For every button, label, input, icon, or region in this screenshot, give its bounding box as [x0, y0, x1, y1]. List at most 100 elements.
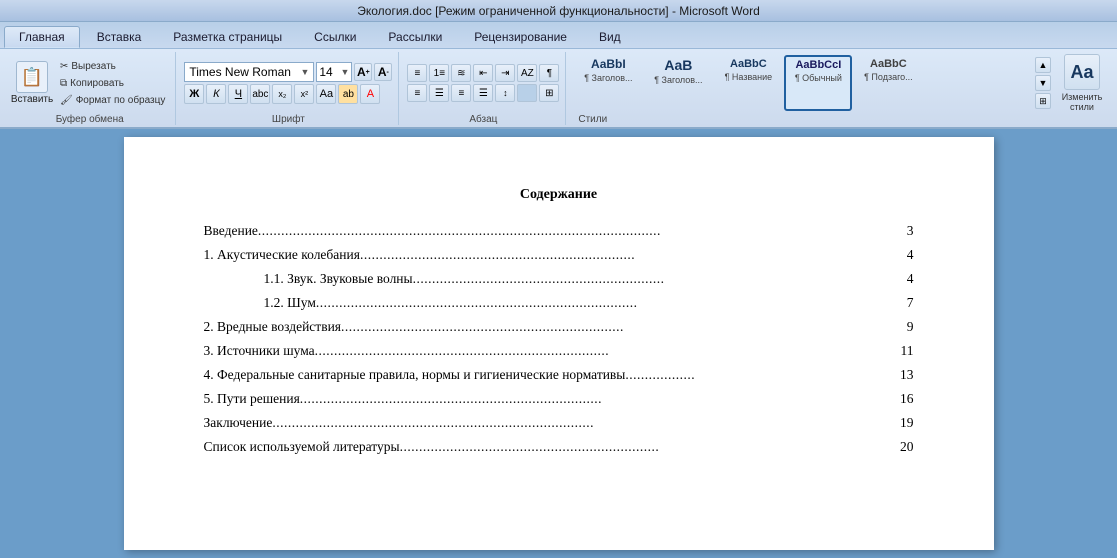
clipboard-small-buttons: ✂ Вырезать ⧉ Копировать 🖌 Формат по обра…	[56, 58, 169, 108]
clipboard-group: 📋 Вставить ✂ Вырезать ⧉ Копировать 🖌 Фор…	[4, 52, 176, 125]
toc-entry: 1.1. Звук. Звуковые волны...............…	[204, 271, 914, 287]
increase-indent-button[interactable]: ⇥	[495, 64, 515, 82]
para-buttons: ≡ 1≡ ≋ ⇤ ⇥ AZ ¶ ≡ ☰ ≡ ☰ ↕	[407, 64, 559, 102]
styles-list: AaBbI ¶ Заголов... AaB ¶ Заголов... AaBb…	[574, 55, 1033, 111]
change-styles-button[interactable]: Aa Изменить стили	[1057, 54, 1107, 112]
bullets-button[interactable]: ≡	[407, 64, 427, 82]
strikethrough-button[interactable]: abc	[250, 84, 270, 104]
toc-entry-text: 1.1. Звук. Звуковые волны	[264, 271, 413, 287]
toc-title: Содержание	[204, 187, 914, 203]
paste-button[interactable]: 📋 Вставить	[10, 59, 54, 107]
style-heading2[interactable]: AaB ¶ Заголов...	[644, 55, 712, 111]
copy-icon: ⧉	[60, 78, 67, 89]
numbering-button[interactable]: 1≡	[429, 64, 449, 82]
ribbon: Главная Вставка Разметка страницы Ссылки…	[0, 22, 1117, 129]
align-center-button[interactable]: ☰	[429, 84, 449, 102]
font-size-input[interactable]: 14 ▼	[316, 62, 352, 82]
font-row1: Times New Roman ▼ 14 ▼ A+ A-	[184, 62, 392, 82]
show-marks-button[interactable]: ¶	[539, 64, 559, 82]
border-button[interactable]: ⊞	[539, 84, 559, 102]
toc-entry-text: Введение	[204, 223, 258, 239]
font-name-dropdown-icon: ▼	[300, 67, 309, 77]
toc-dots: ........................................…	[360, 247, 907, 263]
styles-scroll-down[interactable]: ▼	[1035, 75, 1051, 91]
shading-button[interactable]	[517, 84, 537, 102]
toc-entry-text: 2. Вредные воздействия	[204, 319, 342, 335]
toc-entry-text: 3. Источники шума	[204, 343, 315, 359]
clipboard-content: 📋 Вставить ✂ Вырезать ⧉ Копировать 🖌 Фор…	[10, 54, 169, 112]
tab-bar: Главная Вставка Разметка страницы Ссылки…	[0, 22, 1117, 48]
styles-more[interactable]: ⊞	[1035, 93, 1051, 109]
sort-button[interactable]: AZ	[517, 64, 537, 82]
tab-layout[interactable]: Разметка страницы	[158, 26, 297, 48]
toc-page-number: 19	[900, 415, 914, 431]
justify-button[interactable]: ☰	[473, 84, 493, 102]
change-styles-icon: Aa	[1064, 54, 1100, 90]
tab-mailings[interactable]: Рассылки	[373, 26, 457, 48]
line-spacing-button[interactable]: ↕	[495, 84, 515, 102]
paste-label: Вставить	[11, 94, 53, 105]
underline-button[interactable]: Ч	[228, 84, 248, 104]
ribbon-content: 📋 Вставить ✂ Вырезать ⧉ Копировать 🖌 Фор…	[0, 48, 1117, 129]
font-color-button[interactable]: A	[360, 84, 380, 104]
toc-entry-text: 1.2. Шум	[264, 295, 316, 311]
italic-button[interactable]: К	[206, 84, 226, 104]
change-styles-label: Изменить стили	[1057, 92, 1107, 112]
font-size-dropdown-icon: ▼	[340, 67, 349, 77]
toc-entry-text: 1. Акустические колебания	[204, 247, 360, 263]
highlight-button[interactable]: ab	[338, 84, 358, 104]
toc-entry-text: Заключение	[204, 415, 273, 431]
toc-dots: ........................................…	[258, 223, 907, 239]
styles-scroll-up[interactable]: ▲	[1035, 57, 1051, 73]
toc-page-number: 4	[907, 271, 914, 287]
style-heading1-preview: AaBbI	[591, 58, 626, 71]
align-right-button[interactable]: ≡	[451, 84, 471, 102]
title-bar: Экология.doc [Режим ограниченной функцио…	[0, 0, 1117, 22]
document-page: Содержание Введение.....................…	[124, 137, 994, 550]
decrease-indent-button[interactable]: ⇤	[473, 64, 493, 82]
align-left-button[interactable]: ≡	[407, 84, 427, 102]
style-subtitle-preview: AaBbC	[870, 58, 907, 70]
scissors-icon: ✂	[60, 61, 68, 72]
style-subtitle[interactable]: AaBbC ¶ Подзаго...	[854, 55, 922, 111]
toc-page-number: 4	[907, 247, 914, 263]
font-inner: Times New Roman ▼ 14 ▼ A+ A- Ж К Ч	[184, 62, 392, 104]
toc-entry: 1. Акустические колебания...............…	[204, 247, 914, 263]
superscript-button[interactable]: x²	[294, 84, 314, 104]
para-content: ≡ 1≡ ≋ ⇤ ⇥ AZ ¶ ≡ ☰ ≡ ☰ ↕	[407, 54, 559, 112]
style-heading2-label: ¶ Заголов...	[654, 75, 702, 85]
format-painter-button[interactable]: 🖌 Формат по образцу	[56, 92, 169, 108]
text-effect-button[interactable]: Aa	[316, 84, 336, 104]
styles-scroll-buttons: ▲ ▼ ⊞	[1035, 57, 1051, 109]
tab-insert[interactable]: Вставка	[82, 26, 157, 48]
style-normal[interactable]: AaBbCcI ¶ Обычный	[784, 55, 852, 111]
toc-entry: 3. Источники шума.......................…	[204, 343, 914, 359]
subscript-button[interactable]: x₂	[272, 84, 292, 104]
toc-page-number: 20	[900, 439, 914, 455]
tab-view[interactable]: Вид	[584, 26, 636, 48]
toc-page-number: 16	[900, 391, 914, 407]
toc-page-number: 11	[901, 343, 914, 359]
multilevel-button[interactable]: ≋	[451, 64, 471, 82]
bold-button[interactable]: Ж	[184, 84, 204, 104]
tab-home[interactable]: Главная	[4, 26, 80, 48]
toc-page-number: 3	[907, 223, 914, 239]
toc-page-number: 13	[900, 367, 914, 383]
para-label: Абзац	[407, 114, 559, 125]
toc-dots: ........................................…	[413, 271, 907, 287]
tab-references[interactable]: Ссылки	[299, 26, 371, 48]
increase-font-button[interactable]: A+	[354, 63, 372, 81]
toc-dots: ........................................…	[341, 319, 907, 335]
paste-icon: 📋	[16, 61, 48, 93]
style-heading1[interactable]: AaBbI ¶ Заголов...	[574, 55, 642, 111]
toc-entry: 1.2. Шум................................…	[204, 295, 914, 311]
copy-button[interactable]: ⧉ Копировать	[56, 75, 169, 91]
cut-button[interactable]: ✂ Вырезать	[56, 58, 169, 74]
style-heading1-label: ¶ Заголов...	[584, 73, 632, 83]
font-name-input[interactable]: Times New Roman ▼	[184, 62, 314, 82]
decrease-font-button[interactable]: A-	[374, 63, 392, 81]
title-text: Экология.doc [Режим ограниченной функцио…	[357, 4, 760, 18]
style-title[interactable]: AaBbC ¶ Название	[714, 55, 782, 111]
tab-review[interactable]: Рецензирование	[459, 26, 582, 48]
toc-entry-text: Список используемой литературы	[204, 439, 400, 455]
